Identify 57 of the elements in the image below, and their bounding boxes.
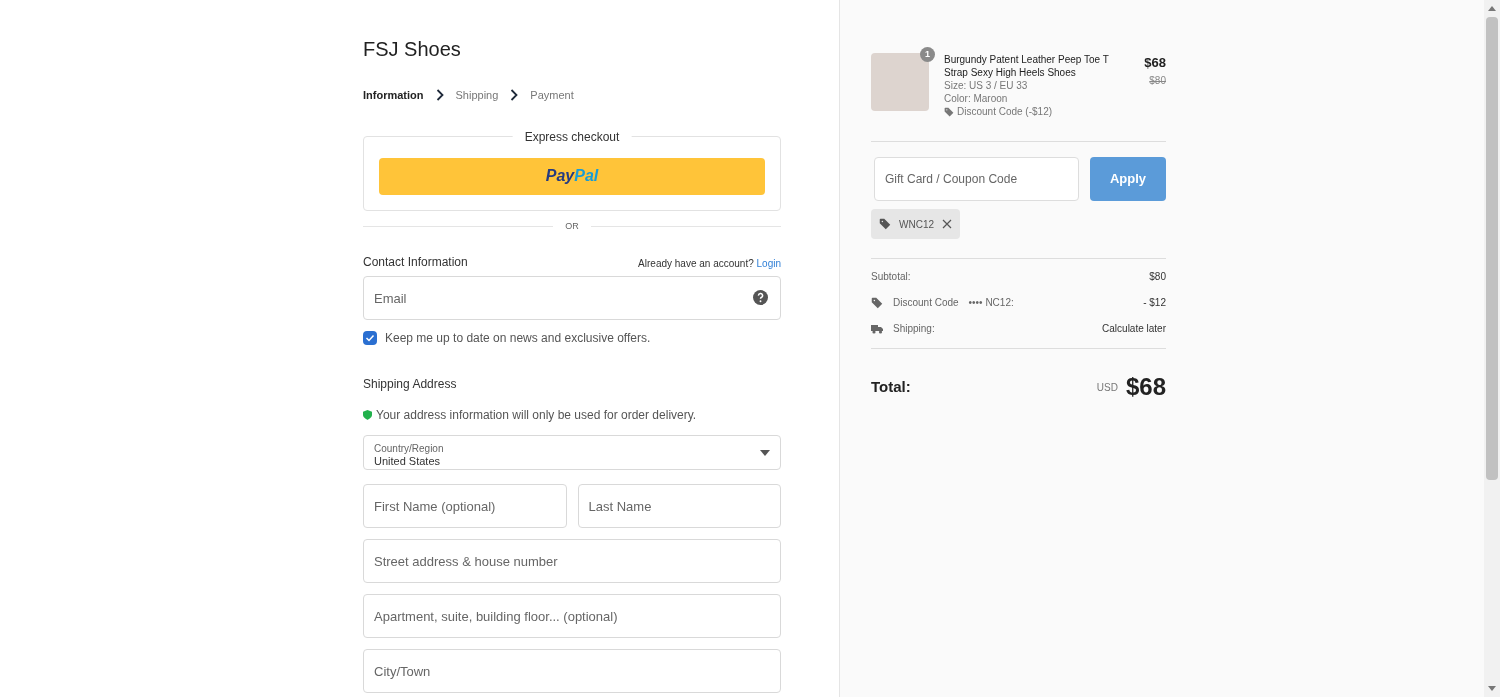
dropdown-caret-icon bbox=[760, 449, 770, 456]
truck-icon bbox=[871, 323, 883, 334]
quantity-badge: 1 bbox=[920, 47, 935, 62]
email-field[interactable]: Email bbox=[363, 276, 781, 320]
chevron-right-icon bbox=[435, 89, 444, 102]
total-currency: USD bbox=[1096, 380, 1118, 395]
summary-value: Calculate later bbox=[1102, 322, 1166, 336]
discount-code: •••• NC12: bbox=[968, 296, 1014, 310]
country-value: United States bbox=[374, 454, 442, 468]
newsletter-checkbox[interactable] bbox=[363, 331, 377, 345]
apply-button[interactable]: Apply bbox=[1090, 157, 1166, 201]
summary-value: $80 bbox=[1149, 270, 1166, 284]
text-field[interactable]: First Name (optional) bbox=[363, 484, 567, 528]
section-title: Contact Information bbox=[363, 254, 468, 271]
tag-icon bbox=[879, 218, 891, 230]
newsletter-label: Keep me up to date on news and exclusive offers. bbox=[385, 330, 651, 347]
text-field[interactable]: Apartment, suite, building floor... (optional) bbox=[363, 594, 781, 638]
original-price: $80 bbox=[1149, 73, 1166, 88]
product-discount: Discount Code (-$12) bbox=[957, 105, 1053, 118]
total-amount: $68 bbox=[1125, 372, 1166, 402]
section-title: Shipping Address bbox=[363, 376, 458, 393]
account-prompt: Already have an account? bbox=[638, 258, 754, 269]
country-select[interactable]: Country/Region United States bbox=[363, 435, 781, 470]
text-field[interactable]: City/Town bbox=[363, 649, 781, 693]
chevron-right-icon bbox=[510, 89, 519, 102]
text-field[interactable]: Street address & house number bbox=[363, 539, 781, 583]
tag-icon bbox=[944, 106, 954, 117]
summary-label: Subtotal: bbox=[871, 270, 911, 284]
login-link[interactable]: Login bbox=[756, 258, 781, 269]
shield-icon bbox=[363, 410, 372, 420]
country-label: Country/Region bbox=[374, 441, 445, 455]
scroll-up-icon[interactable] bbox=[1488, 6, 1496, 11]
product-name: Burgundy Patent Leather Peep Toe T Strap Sexy High Heels Shoes bbox=[944, 53, 1110, 79]
close-icon[interactable] bbox=[942, 219, 952, 229]
breadcrumb-step[interactable]: Payment bbox=[530, 87, 574, 104]
breadcrumb-step[interactable]: Shipping bbox=[455, 87, 499, 104]
privacy-notice: Your address information will only be used for order delivery. bbox=[376, 407, 697, 424]
summary-value: - $12 bbox=[1143, 296, 1166, 310]
product-price: $68 bbox=[1144, 54, 1166, 72]
coupon-field[interactable]: Gift Card / Coupon Code bbox=[874, 157, 1079, 201]
applied-code: WNC12 bbox=[899, 217, 934, 232]
total-label: Total: bbox=[871, 376, 911, 397]
photo-placeholder bbox=[871, 53, 929, 111]
scroll-down-icon[interactable] bbox=[1488, 686, 1496, 691]
breadcrumb-step[interactable]: Information bbox=[363, 87, 424, 104]
store-name: FSJ Shoes bbox=[363, 37, 462, 62]
check-icon bbox=[365, 333, 375, 343]
summary-label: Discount Code bbox=[893, 296, 959, 310]
or-separator: OR bbox=[565, 219, 579, 233]
tag-icon bbox=[871, 296, 883, 309]
summary-label: Shipping: bbox=[893, 322, 935, 336]
product-size: Size: US 3 / EU 33 bbox=[944, 79, 1029, 92]
text-field[interactable]: Last Name bbox=[577, 484, 781, 528]
help-icon[interactable] bbox=[753, 290, 768, 305]
product-color: Color: Maroon bbox=[944, 92, 1009, 105]
scrollbar[interactable] bbox=[1484, 0, 1500, 697]
paypal-button[interactable]: PayPal bbox=[379, 157, 765, 195]
